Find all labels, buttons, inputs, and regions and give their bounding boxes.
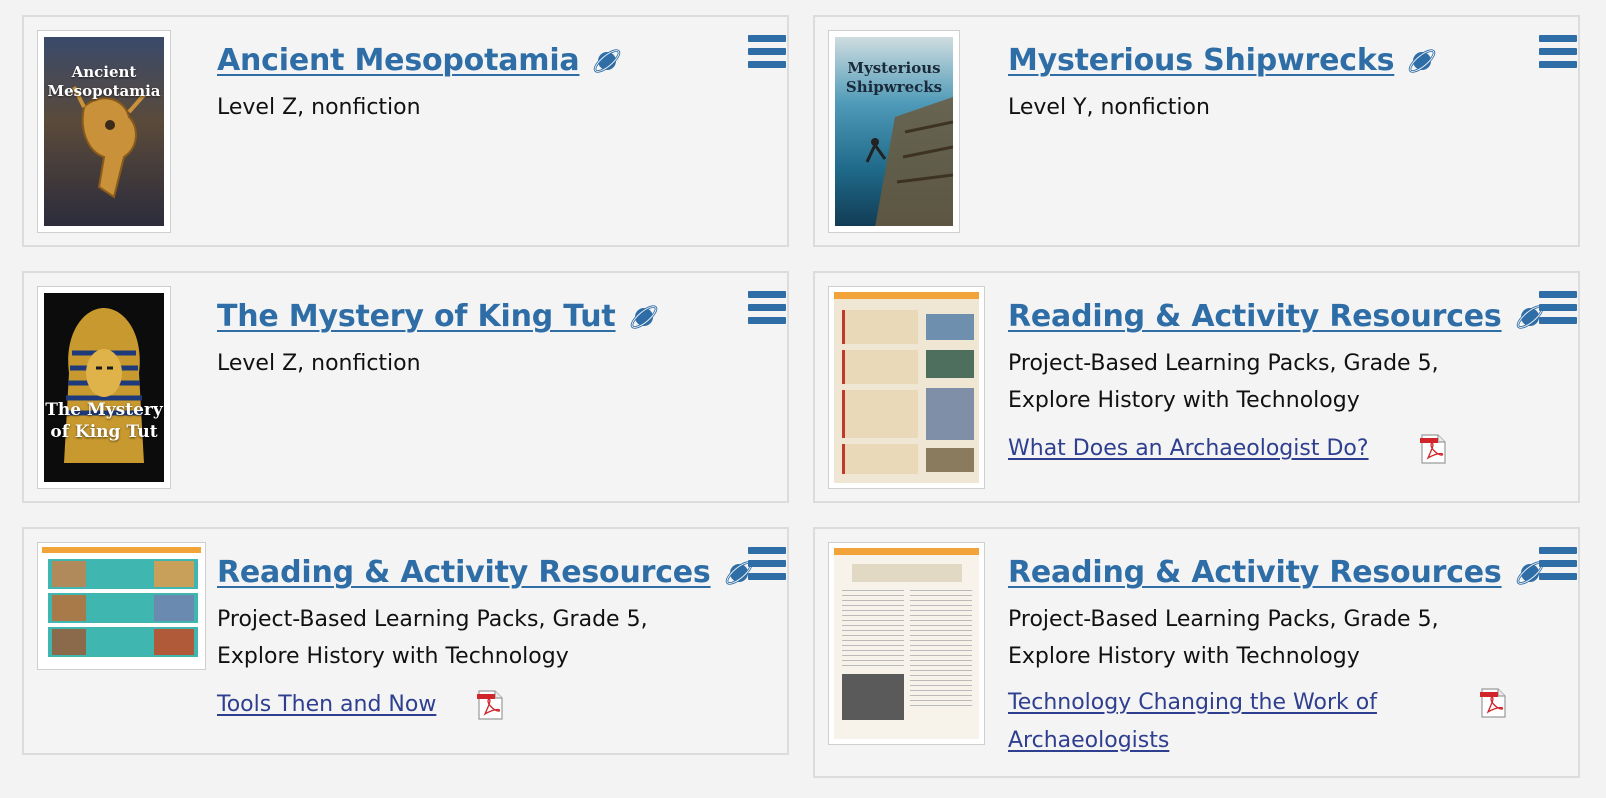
hamburger-menu-icon[interactable] (748, 291, 786, 329)
pdf-icon[interactable] (1419, 434, 1447, 464)
book-cover-image[interactable]: Mysterious Shipwrecks (828, 30, 960, 233)
hamburger-menu-icon[interactable] (1539, 35, 1577, 73)
book-cover-image[interactable]: The Mystery of King Tut (37, 286, 171, 489)
book-level-text: Level Z, nonfiction (217, 351, 421, 376)
hamburger-menu-icon[interactable] (1539, 291, 1577, 329)
resource-file-link[interactable]: Technology Changing the Work of Archaeol… (1008, 684, 1377, 760)
hamburger-menu-icon[interactable] (748, 547, 786, 585)
resource-file-link[interactable]: What Does an Archaeologist Do? (1008, 430, 1369, 468)
book-title-link[interactable]: Ancient Mesopotamia (217, 43, 580, 78)
book-cover-image[interactable]: Ancient Mesopotamia (37, 30, 171, 233)
resource-card: Reading & Activity Resources Project-Bas… (813, 527, 1580, 778)
cover-title-text: The Mystery of King Tut (45, 400, 163, 442)
book-title-link[interactable]: Mysterious Shipwrecks (1008, 43, 1394, 78)
hamburger-menu-icon[interactable] (748, 35, 786, 73)
planet-icon[interactable] (591, 45, 623, 77)
resource-card: Reading & Activity Resources Project-Bas… (22, 527, 789, 755)
resource-file-link-line1: Technology Changing the Work of (1008, 690, 1377, 715)
book-title-link[interactable]: The Mystery of King Tut (217, 299, 616, 334)
cover-title-text: Mysterious Shipwrecks (845, 59, 943, 96)
resource-unit-text: Explore History with Technology (1008, 644, 1360, 669)
resource-thumbnail[interactable] (37, 542, 206, 670)
resource-file-link-line2: Archaeologists (1008, 728, 1170, 753)
resource-thumbnail[interactable] (828, 286, 985, 489)
book-card: The Mystery of King Tut The Mystery of K… (22, 271, 789, 503)
resource-series-text: Project-Based Learning Packs, Grade 5, (1008, 351, 1439, 376)
book-level-text: Level Y, nonfiction (1008, 95, 1210, 120)
resource-thumbnail[interactable] (828, 542, 985, 745)
cover-title-text: Ancient Mesopotamia (47, 63, 161, 100)
planet-icon[interactable] (1406, 45, 1438, 77)
book-card: Ancient Mesopotamia Ancient Mesopotamia … (22, 15, 789, 247)
resource-unit-text: Explore History with Technology (217, 644, 569, 669)
resource-unit-text: Explore History with Technology (1008, 388, 1360, 413)
book-level-text: Level Z, nonfiction (217, 95, 421, 120)
pdf-icon[interactable] (476, 690, 504, 720)
resource-series-text: Project-Based Learning Packs, Grade 5, (1008, 607, 1439, 632)
planet-icon[interactable] (628, 301, 660, 333)
resource-title-link[interactable]: Reading & Activity Resources (1008, 555, 1502, 590)
book-card: Mysterious Shipwrecks Mysterious Shipwre… (813, 15, 1580, 247)
pdf-icon[interactable] (1479, 688, 1507, 718)
resource-file-link[interactable]: Tools Then and Now (217, 686, 436, 724)
hamburger-menu-icon[interactable] (1539, 547, 1577, 585)
resource-title-link[interactable]: Reading & Activity Resources (1008, 299, 1502, 334)
resource-series-text: Project-Based Learning Packs, Grade 5, (217, 607, 648, 632)
resource-card: Reading & Activity Resources Project-Bas… (813, 271, 1580, 503)
resource-title-link[interactable]: Reading & Activity Resources (217, 555, 711, 590)
